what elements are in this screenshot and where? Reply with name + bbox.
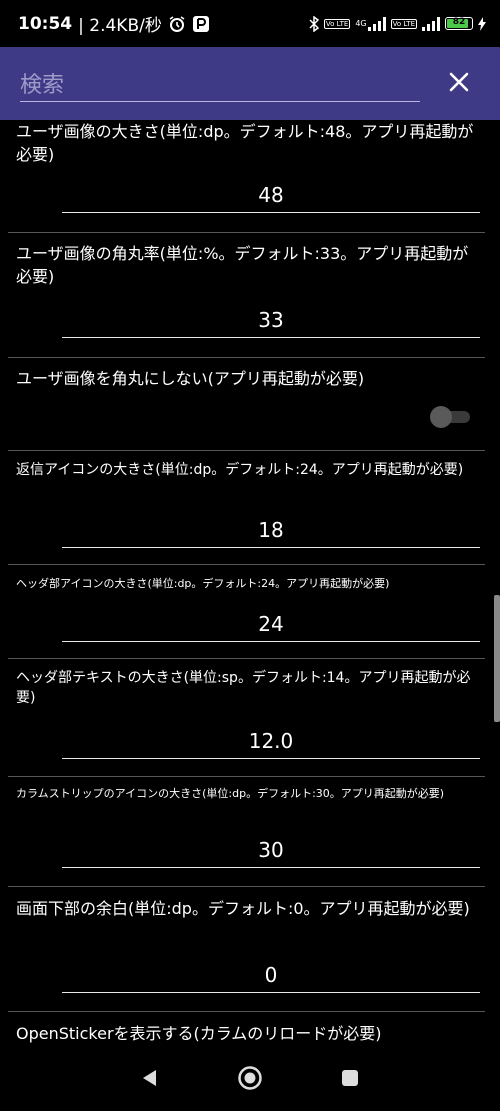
setting-label: ヘッダ部アイコンの大きさ(単位:dp。デフォルト:24。アプリ再起動が必要)	[16, 577, 390, 590]
volte-badge: Vo LTE	[323, 18, 351, 29]
setting-label: OpenStickerを表示する(カラムのリロードが必要)	[16, 1024, 382, 1043]
volte-badge-2: Vo LTE	[390, 18, 417, 29]
navigation-bar	[0, 1045, 500, 1111]
bluetooth-icon	[309, 15, 319, 32]
back-button[interactable]	[130, 1058, 170, 1098]
battery-level: 82	[452, 17, 466, 27]
header-icon-size-input[interactable]: 24	[62, 607, 480, 642]
status-right: Vo LTE 4G Vo LTE 82	[309, 15, 486, 32]
reply-icon-size-input[interactable]: 18	[62, 513, 480, 548]
divider	[8, 564, 485, 565]
setting-label: カラムストリップのアイコンの大きさ(単位:dp。デフォルト:30。アプリ再起動が…	[16, 787, 445, 800]
app-bar	[0, 47, 500, 120]
status-bar: 10:54 | 2.4KB/秒 Vo LTE 4G Vo LTE 82	[0, 0, 500, 47]
setting-label: ヘッダ部テキストの大きさ(単位:sp。デフォルト:14。アプリ再起動が必要)	[16, 670, 471, 707]
setting-bottom-margin: 画面下部の余白(単位:dp。デフォルト:0。アプリ再起動が必要)	[0, 897, 500, 920]
header-text-size-input[interactable]: 12.0	[62, 724, 480, 759]
app-notification-icon	[192, 15, 210, 33]
back-icon	[143, 1070, 156, 1086]
recents-button[interactable]	[330, 1058, 370, 1098]
divider	[8, 658, 485, 659]
setting-column-strip-icon-size: カラムストリップのアイコンの大きさ(単位:dp。デフォルト:30。アプリ再起動が…	[0, 786, 500, 802]
setting-user-image-corner: ユーザ画像の角丸率(単位:%。デフォルト:33。アプリ再起動が必要)	[0, 242, 500, 288]
signal-icon-1: 4G	[355, 16, 386, 31]
column-strip-icon-size-input[interactable]: 30	[62, 833, 480, 868]
divider	[8, 357, 485, 358]
charging-icon	[478, 16, 486, 31]
close-button[interactable]	[442, 65, 476, 99]
home-icon	[238, 1066, 262, 1090]
status-left: 10:54 | 2.4KB/秒	[18, 11, 210, 36]
bottom-margin-input[interactable]: 0	[62, 958, 480, 993]
divider	[8, 450, 485, 451]
scrollbar[interactable]	[494, 595, 500, 722]
setting-label: 画面下部の余白(単位:dp。デフォルト:0。アプリ再起動が必要)	[16, 899, 470, 918]
status-time: 10:54	[18, 13, 73, 34]
setting-no-round-user-image: ユーザ画像を角丸にしない(アプリ再起動が必要)	[0, 367, 500, 390]
setting-label: ユーザ画像の角丸率(単位:%。デフォルト:33。アプリ再起動が必要)	[16, 244, 469, 287]
user-image-size-input[interactable]: 48	[62, 178, 480, 213]
setting-header-icon-size: ヘッダ部アイコンの大きさ(単位:dp。デフォルト:24。アプリ再起動が必要)	[0, 576, 500, 592]
network-type: 4G	[355, 19, 367, 28]
status-network-speed: | 2.4KB/秒	[78, 16, 162, 36]
setting-label: ユーザ画像の大きさ(単位:dp。デフォルト:48。アプリ再起動が必要)	[16, 122, 474, 165]
setting-label: 返信アイコンの大きさ(単位:dp。デフォルト:24。アプリ再起動が必要)	[16, 462, 464, 478]
home-button[interactable]	[230, 1058, 270, 1098]
setting-open-sticker: OpenStickerを表示する(カラムのリロードが必要)	[0, 1022, 500, 1045]
alarm-icon	[168, 15, 186, 33]
settings-list: ユーザ画像の大きさ(単位:dp。デフォルト:48。アプリ再起動が必要) 48 ユ…	[0, 120, 500, 1045]
signal-icon-2	[422, 16, 440, 31]
close-icon	[449, 72, 469, 92]
setting-header-text-size: ヘッダ部テキストの大きさ(単位:sp。デフォルト:14。アプリ再起動が必要)	[0, 668, 500, 709]
setting-reply-icon-size: 返信アイコンの大きさ(単位:dp。デフォルト:24。アプリ再起動が必要)	[0, 460, 500, 480]
divider	[8, 776, 485, 777]
user-image-corner-input[interactable]: 33	[62, 303, 480, 338]
battery-icon: 82	[445, 17, 473, 30]
divider	[8, 886, 485, 887]
setting-user-image-size: ユーザ画像の大きさ(単位:dp。デフォルト:48。アプリ再起動が必要)	[0, 120, 500, 166]
divider	[8, 232, 485, 233]
recents-icon	[342, 1070, 358, 1086]
search-input[interactable]	[20, 69, 420, 102]
divider	[8, 1011, 485, 1012]
no-round-user-image-switch[interactable]	[430, 406, 472, 428]
setting-label: ユーザ画像を角丸にしない(アプリ再起動が必要)	[16, 369, 365, 388]
